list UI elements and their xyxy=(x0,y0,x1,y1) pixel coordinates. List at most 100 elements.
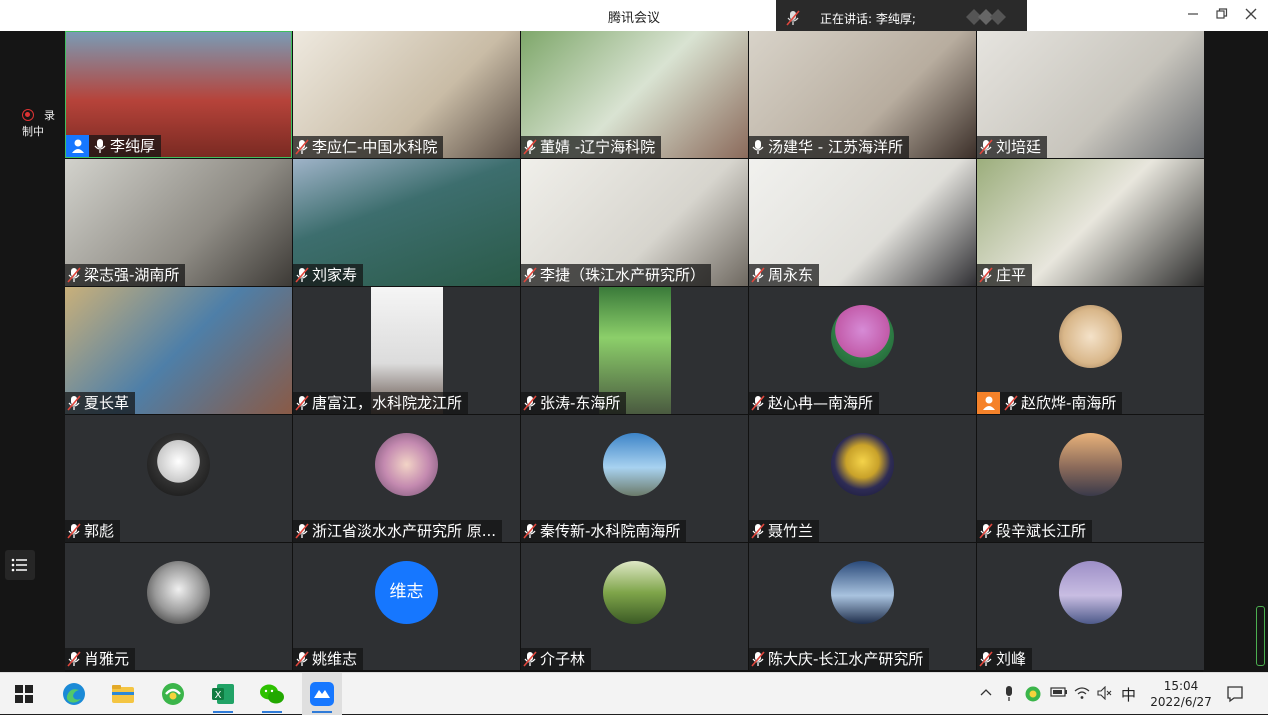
participant-label: 赵心冉—南海所 xyxy=(749,392,880,414)
participant-tile[interactable]: 刘峰 xyxy=(977,543,1204,670)
avatar xyxy=(1059,433,1122,496)
taskbar-edge[interactable] xyxy=(54,673,94,715)
participant-label: 梁志强-湖南所 xyxy=(65,264,186,286)
participant-tile[interactable]: 介子林 xyxy=(521,543,748,670)
participant-tile[interactable]: 秦传新-水科院南海所 xyxy=(521,415,748,542)
participant-tile[interactable]: 董婧 -辽宁海科院 xyxy=(521,31,748,158)
muted-mic-icon xyxy=(295,651,309,667)
participant-tile[interactable]: 李捷（珠江水产研究所） xyxy=(521,159,748,286)
avatar xyxy=(831,433,894,496)
participant-name: 梁志强-湖南所 xyxy=(84,266,180,284)
taskbar-360-browser[interactable] xyxy=(153,673,193,715)
participant-tile[interactable]: 梁志强-湖南所 xyxy=(65,159,292,286)
participant-tile[interactable]: 唐富江，水科院龙江所 xyxy=(293,287,520,414)
window-title: 腾讯会议 xyxy=(607,11,660,26)
taskbar-excel[interactable]: X xyxy=(203,673,243,715)
avatar xyxy=(603,561,666,624)
participant-label: 聂竹兰 xyxy=(749,520,820,542)
user-icon xyxy=(66,135,89,157)
participant-tile[interactable]: 庄平 xyxy=(977,159,1204,286)
participant-name: 郭彪 xyxy=(84,522,115,540)
restore-button[interactable] xyxy=(1209,6,1235,26)
avatar xyxy=(831,305,894,368)
volume-meter xyxy=(1256,606,1265,666)
participant-tile[interactable]: 李应仁-中国水科院 xyxy=(293,31,520,158)
participant-name: 李捷（珠江水产研究所） xyxy=(540,266,706,284)
participant-name: 姚维志 xyxy=(312,650,358,668)
participant-label: 刘峰 xyxy=(977,648,1033,670)
participant-tile[interactable]: 段辛斌长江所 xyxy=(977,415,1204,542)
muted-mic-icon xyxy=(523,267,537,283)
start-button[interactable] xyxy=(4,673,44,715)
avatar xyxy=(147,433,210,496)
muted-mic-icon xyxy=(751,651,765,667)
left-sidebar: 录制中 xyxy=(0,31,65,672)
tray-network[interactable] xyxy=(1074,686,1090,704)
muted-mic-icon xyxy=(295,523,309,539)
participant-label: 肖雅元 xyxy=(65,648,136,670)
notification-icon xyxy=(1227,686,1243,703)
mic-on-icon xyxy=(752,140,764,154)
folder-icon xyxy=(112,685,134,703)
participant-name: 段辛斌长江所 xyxy=(996,522,1087,540)
muted-mic-icon xyxy=(979,523,993,539)
restore-icon xyxy=(1216,8,1228,19)
participant-tile[interactable]: 聂竹兰 xyxy=(749,415,976,542)
participant-tile[interactable]: 张涛-东海所 xyxy=(521,287,748,414)
taskbar-tencent-meeting[interactable] xyxy=(302,673,342,715)
close-button[interactable] xyxy=(1238,6,1264,26)
tray-mic[interactable] xyxy=(1004,686,1014,706)
chevron-up-icon xyxy=(980,689,992,696)
muted-mic-icon xyxy=(786,10,800,26)
participant-tile[interactable]: 汤建华 - 江苏海洋所 xyxy=(749,31,976,158)
tray-volume[interactable] xyxy=(1097,685,1113,704)
participant-tile[interactable]: 赵欣烨-南海所 xyxy=(977,287,1204,414)
participant-name: 赵心冉—南海所 xyxy=(768,394,874,412)
browser-360-icon xyxy=(162,683,184,705)
participant-tile[interactable]: 夏长革 xyxy=(65,287,292,414)
participant-tile[interactable]: 浙江省淡水水产研究所 原... xyxy=(293,415,520,542)
muted-mic-icon xyxy=(523,139,537,155)
notifications-button[interactable] xyxy=(1226,685,1244,707)
clock-date: 2022/6/27 xyxy=(1150,695,1212,709)
participant-name: 周永东 xyxy=(768,266,814,284)
minimize-button[interactable] xyxy=(1180,6,1206,26)
participant-tile[interactable]: 刘家寿 xyxy=(293,159,520,286)
participant-tile[interactable]: 维志 姚维志 xyxy=(293,543,520,670)
muted-mic-icon xyxy=(979,139,993,155)
speaker-muted-icon xyxy=(1097,685,1112,701)
microphone-icon xyxy=(1006,686,1012,701)
tray-battery[interactable] xyxy=(1050,686,1068,702)
participant-tile[interactable]: 李纯厚 xyxy=(65,31,292,158)
avatar xyxy=(375,433,438,496)
tencent-meeting-window: 腾讯会议 正在讲话: 李纯厚; 录制中 李纯厚 李应仁-中国水科院 董婧 -辽宁… xyxy=(0,0,1268,715)
participant-tile[interactable]: 肖雅元 xyxy=(65,543,292,670)
participant-tile[interactable]: 郭彪 xyxy=(65,415,292,542)
participant-label: 刘家寿 xyxy=(293,264,364,286)
excel-icon: X xyxy=(212,684,234,704)
participant-name: 浙江省淡水水产研究所 原... xyxy=(312,522,497,540)
ime-indicator[interactable]: 中 xyxy=(1121,684,1136,705)
taskbar-file-explorer[interactable] xyxy=(103,673,143,715)
participant-tile[interactable]: 赵心冉—南海所 xyxy=(749,287,976,414)
participant-label: 姚维志 xyxy=(293,648,364,670)
tray-security[interactable] xyxy=(1025,686,1041,706)
user-icon xyxy=(977,392,1000,414)
system-clock[interactable]: 15:04 2022/6/27 xyxy=(1146,678,1216,710)
tray-expand-button[interactable] xyxy=(980,686,992,701)
participant-tile[interactable]: 周永东 xyxy=(749,159,976,286)
muted-mic-icon xyxy=(295,267,309,283)
participant-name: 刘家寿 xyxy=(312,266,358,284)
member-list-button[interactable] xyxy=(5,550,35,580)
participant-tile[interactable]: 刘培廷 xyxy=(977,31,1204,158)
participant-label: 周永东 xyxy=(749,264,820,286)
avatar xyxy=(147,561,210,624)
participant-tile[interactable]: 陈大庆-长江水产研究所 xyxy=(749,543,976,670)
security-app-icon xyxy=(1025,686,1041,702)
participant-label: 秦传新-水科院南海所 xyxy=(521,520,687,542)
speaking-text: 正在讲话: 李纯厚; xyxy=(820,12,916,26)
taskbar-wechat[interactable] xyxy=(252,673,292,715)
participant-name: 秦传新-水科院南海所 xyxy=(540,522,681,540)
muted-mic-icon xyxy=(1004,395,1018,411)
participant-name: 汤建华 - 江苏海洋所 xyxy=(768,138,903,156)
